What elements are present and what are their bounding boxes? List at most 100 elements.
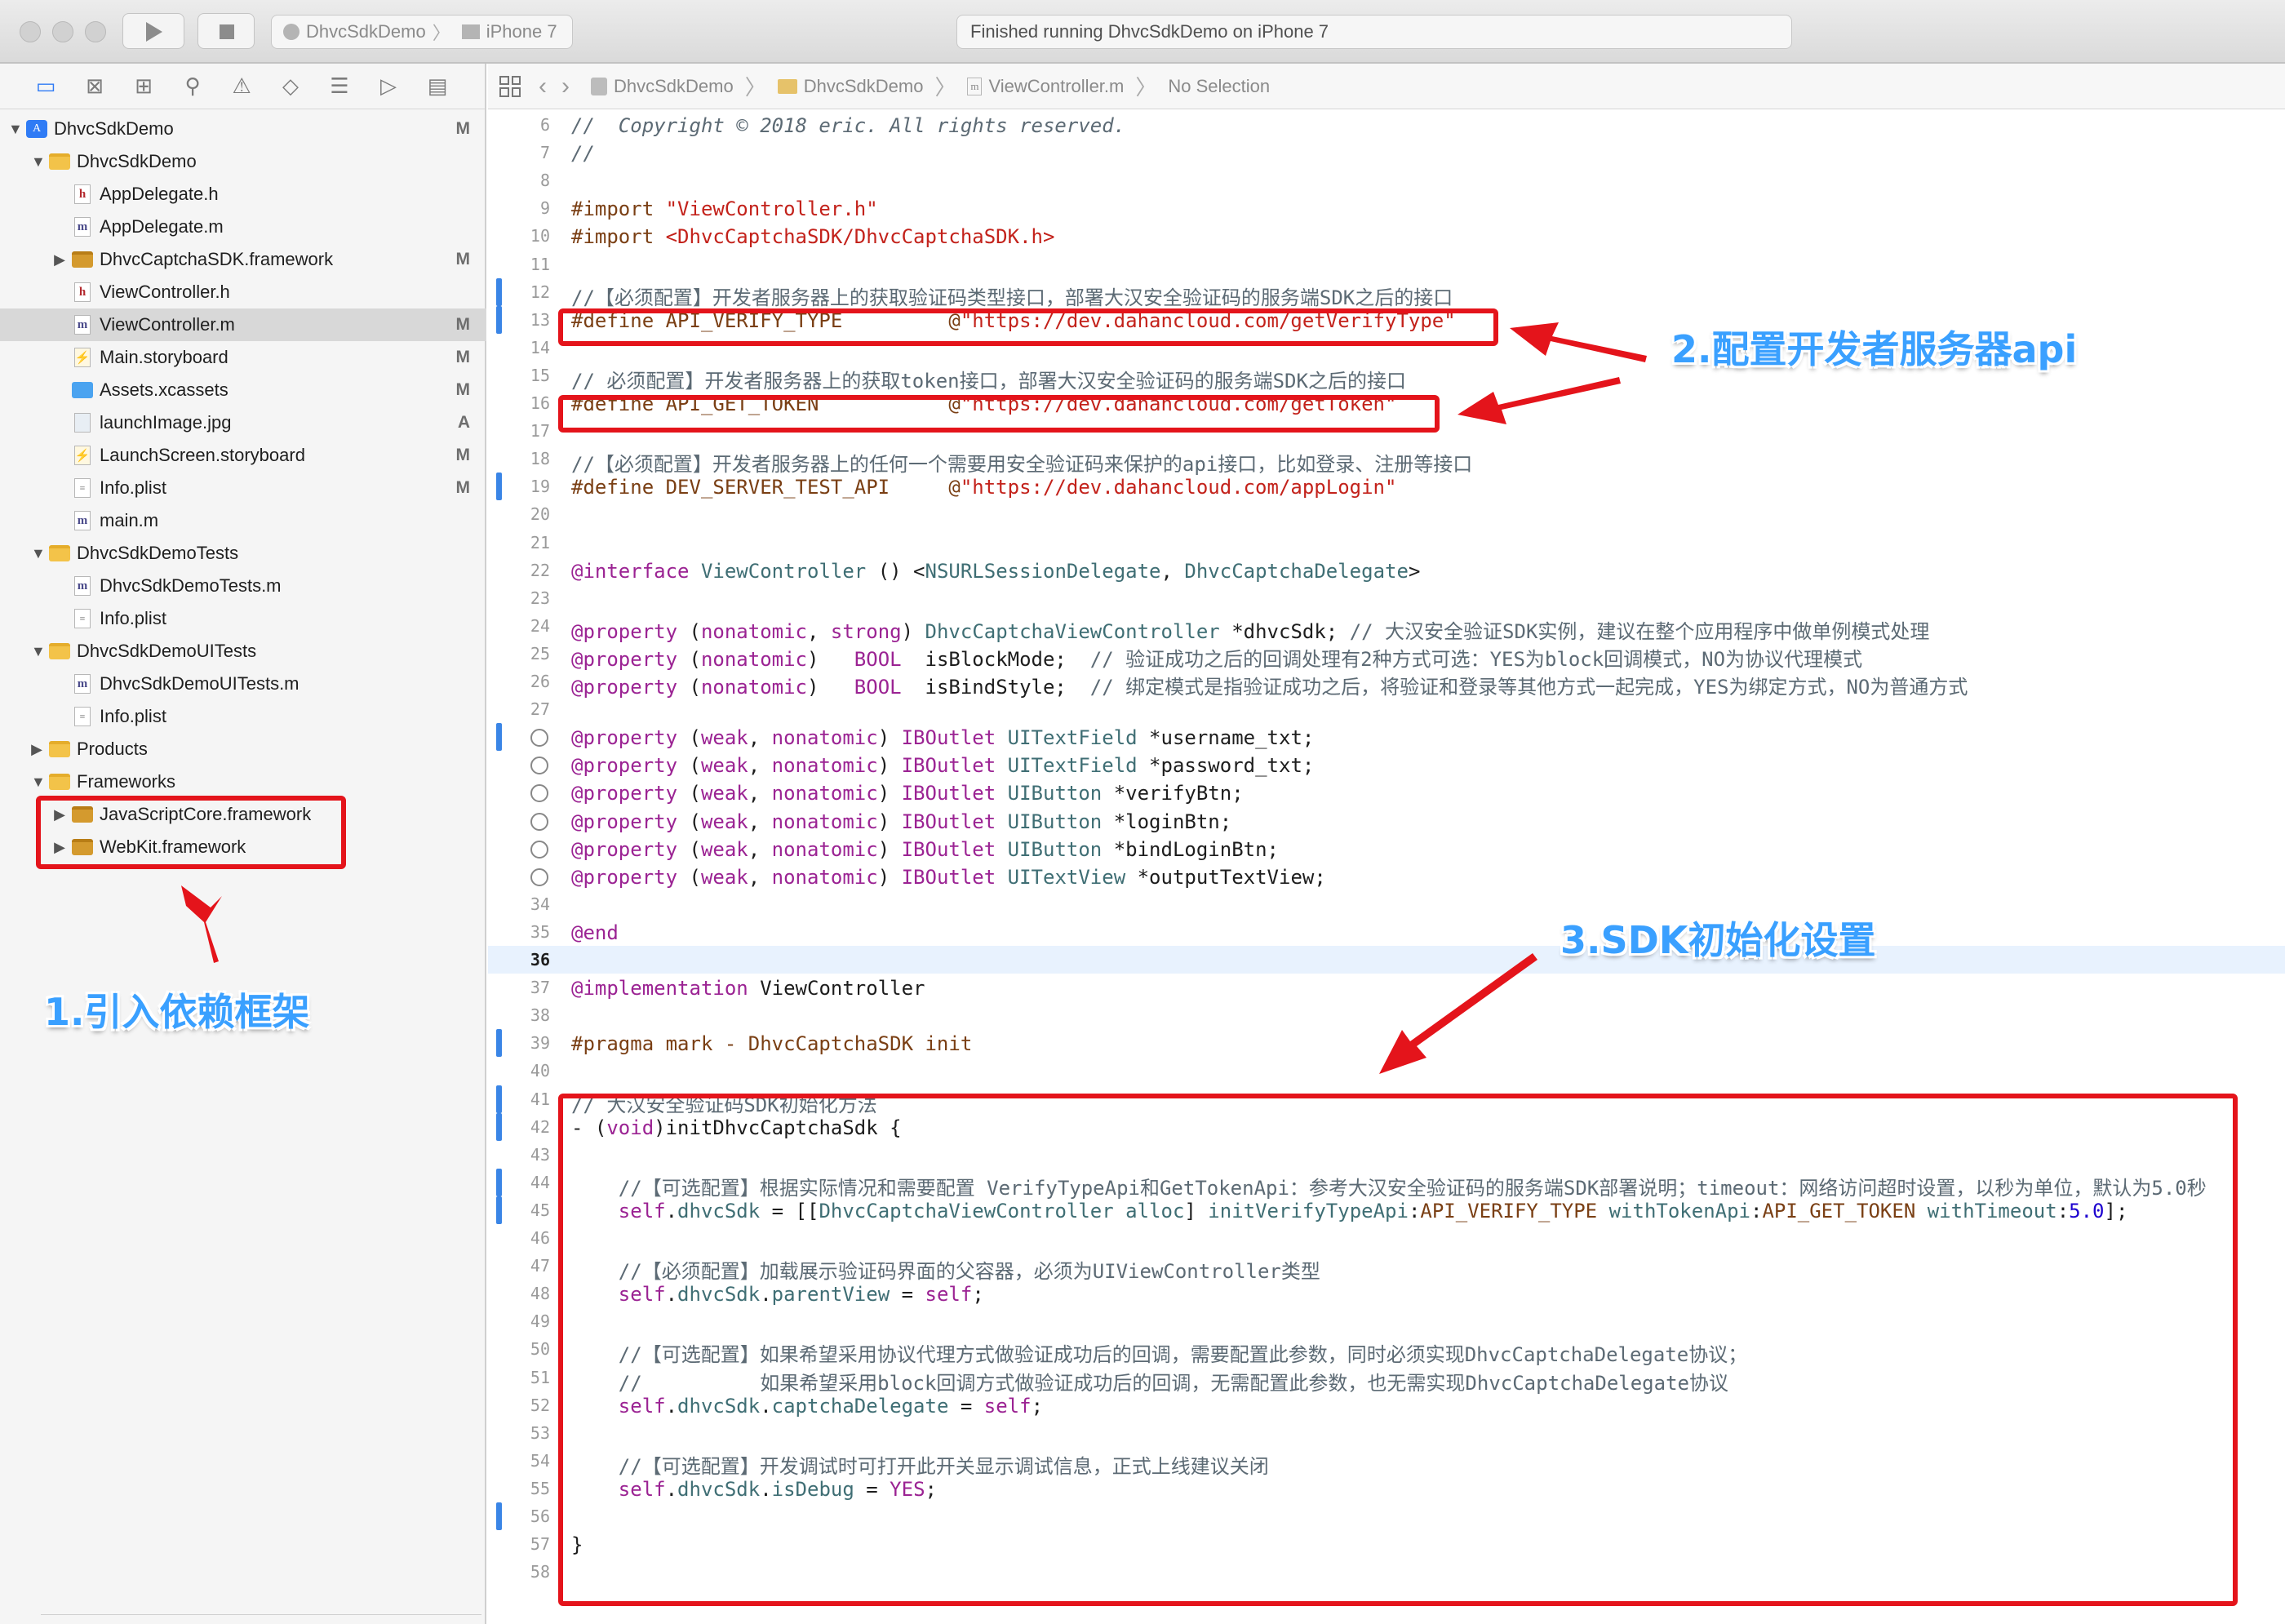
code-line[interactable]: 6 // Copyright © 2018 eric. All rights re… bbox=[488, 111, 2285, 139]
search-icon[interactable]: ⚲ bbox=[176, 72, 209, 101]
navigator-item[interactable]: ⚡ LaunchScreen.storyboard M bbox=[0, 439, 486, 472]
navigator-item[interactable]: m AppDelegate.m bbox=[0, 211, 486, 243]
code-line[interactable]: 26 @property (nonatomic) BOOL isBindStyle… bbox=[488, 668, 2285, 699]
code-line[interactable]: 37 @implementation ViewController bbox=[488, 974, 2285, 1001]
code-line[interactable]: 19 #define DEV_SERVER_TEST_API @"https://… bbox=[488, 473, 2285, 501]
change-indicator-bar[interactable] bbox=[496, 1168, 502, 1196]
code-line[interactable]: 29@property (weak, nonatomic) IBOutlet U… bbox=[488, 751, 2285, 779]
navigator-item[interactable]: m main.m bbox=[0, 504, 486, 537]
code-line[interactable]: 30@property (weak, nonatomic) IBOutlet U… bbox=[488, 779, 2285, 806]
code-line[interactable]: 23 bbox=[488, 584, 2285, 612]
navigator-item[interactable]: ▼ DhvcSdkDemoUITests bbox=[0, 635, 486, 668]
disclosure-down-icon[interactable]: ▼ bbox=[31, 153, 46, 171]
code-line[interactable]: 33@property (weak, nonatomic) IBOutlet U… bbox=[488, 863, 2285, 890]
navigator-item[interactable]: ▼ DhvcSdkDemo bbox=[0, 145, 486, 178]
outlet-connection-icon[interactable] bbox=[530, 784, 548, 803]
symbol-icon[interactable]: ⊞ bbox=[127, 72, 160, 101]
breadcrumb-project[interactable]: DhvcSdkDemo bbox=[614, 76, 734, 97]
code-line[interactable]: 18//【必须配置】开发者服务器上的任何一个需要用安全验证码来保护的api接口，… bbox=[488, 445, 2285, 476]
code-line[interactable]: 11 bbox=[488, 251, 2285, 278]
stop-button[interactable] bbox=[197, 13, 255, 49]
breadcrumb-file[interactable]: ViewController.m bbox=[988, 76, 1124, 97]
code-line[interactable]: 38 bbox=[488, 1001, 2285, 1029]
breadcrumb-group[interactable]: DhvcSdkDemo bbox=[804, 76, 924, 97]
code-line[interactable]: 28@property (weak, nonatomic) IBOutlet U… bbox=[488, 723, 2285, 752]
code-line[interactable]: 34 bbox=[488, 890, 2285, 918]
navigator-item[interactable]: ▶ Products bbox=[0, 733, 486, 765]
navigator-item[interactable]: m DhvcSdkDemoUITests.m bbox=[0, 668, 486, 700]
close-window-button[interactable] bbox=[20, 21, 41, 42]
breadcrumb-selection[interactable]: No Selection bbox=[1168, 76, 1270, 97]
stop-icon bbox=[220, 24, 234, 39]
code-line[interactable]: 35 @end bbox=[488, 918, 2285, 946]
navigator-item[interactable]: Assets.xcassets M bbox=[0, 374, 486, 406]
related-items-icon[interactable] bbox=[499, 75, 521, 97]
navigator-item[interactable]: launchImage.jpg A bbox=[0, 406, 486, 439]
code-token: IBOutlet bbox=[901, 754, 996, 778]
code-line[interactable]: 7 // bbox=[488, 139, 2285, 166]
change-indicator-bar[interactable] bbox=[496, 1085, 502, 1113]
code-line[interactable]: 8 bbox=[488, 166, 2285, 194]
disclosure-down-icon[interactable]: ▼ bbox=[31, 643, 46, 660]
outlet-connection-icon[interactable] bbox=[530, 757, 548, 775]
navigator-item[interactable]: h ViewController.h bbox=[0, 276, 486, 308]
zoom-window-button[interactable] bbox=[85, 21, 106, 42]
navigator-item[interactable]: m ViewController.m M bbox=[0, 308, 486, 341]
disclosure-right-icon[interactable]: ▶ bbox=[31, 741, 42, 758]
code-line[interactable]: 21 bbox=[488, 529, 2285, 557]
change-indicator-bar[interactable] bbox=[496, 1502, 502, 1530]
code-line[interactable]: 20 bbox=[488, 500, 2285, 528]
navigator-item[interactable]: ▼ Frameworks bbox=[0, 765, 486, 798]
code-line[interactable]: 25 @property (nonatomic) BOOL isBlockMode… bbox=[488, 640, 2285, 671]
navigator-item[interactable]: ≡ Info.plist bbox=[0, 602, 486, 635]
change-indicator-bar[interactable] bbox=[496, 1112, 502, 1141]
scheme-selector[interactable]: DhvcSdkDemo 〉 iPhone 7 bbox=[271, 15, 573, 49]
navigator-item[interactable]: ▼ DhvcSdkDemoTests bbox=[0, 537, 486, 570]
disclosure-down-icon[interactable]: ▼ bbox=[31, 545, 46, 562]
navigator-item[interactable]: ≡ Info.plist bbox=[0, 700, 486, 733]
disclosure-right-icon[interactable]: ▶ bbox=[54, 251, 65, 268]
code-line[interactable]: 24 @property (nonatomic, strong) DhvcCapt… bbox=[488, 612, 2285, 643]
code-line[interactable]: 31@property (weak, nonatomic) IBOutlet U… bbox=[488, 807, 2285, 835]
outlet-connection-icon[interactable] bbox=[530, 729, 548, 748]
forward-arrow-icon[interactable]: › bbox=[561, 73, 570, 100]
navigator-item[interactable]: m DhvcSdkDemoTests.m bbox=[0, 570, 486, 602]
code-line[interactable]: 12//【必须配置】开发者服务器上的获取验证码类型接口，部署大汉安全验证码的服务… bbox=[488, 277, 2285, 309]
navigator-item[interactable]: h AppDelegate.h bbox=[0, 178, 486, 211]
code-token: "ViewController.h" bbox=[665, 197, 878, 221]
breakpoint-icon[interactable]: ▷ bbox=[372, 72, 405, 101]
code-line[interactable]: 9 #import "ViewController.h" bbox=[488, 194, 2285, 222]
outlet-connection-icon[interactable] bbox=[530, 867, 548, 886]
issue-icon[interactable]: ⚠ bbox=[225, 72, 258, 101]
change-indicator-bar[interactable] bbox=[496, 473, 502, 501]
code-line[interactable]: 22 @interface ViewController () <NSURLSes… bbox=[488, 557, 2285, 584]
change-indicator-bar[interactable] bbox=[496, 723, 502, 752]
code-line[interactable]: 39 #pragma mark - DhvcCaptchaSDK init bbox=[488, 1029, 2285, 1058]
change-indicator-bar[interactable] bbox=[496, 277, 502, 306]
source-control-icon[interactable]: ⊠ bbox=[78, 72, 111, 101]
debug-icon[interactable]: ☰ bbox=[323, 72, 356, 101]
disclosure-down-icon[interactable]: ▼ bbox=[8, 121, 23, 138]
navigator-item[interactable]: ▶ DhvcCaptchaSDK.framework M bbox=[0, 243, 486, 276]
folder-icon[interactable]: ▭ bbox=[29, 72, 62, 101]
back-arrow-icon[interactable]: ‹ bbox=[539, 73, 547, 100]
code-line[interactable]: 10 #import <DhvcCaptchaSDK/DhvcCaptchaSDK… bbox=[488, 222, 2285, 250]
line-number: 48 bbox=[530, 1284, 550, 1304]
minimize-window-button[interactable] bbox=[52, 21, 73, 42]
test-icon[interactable]: ◇ bbox=[274, 72, 307, 101]
disclosure-down-icon[interactable]: ▼ bbox=[31, 774, 46, 791]
report-icon[interactable]: ▤ bbox=[421, 72, 454, 101]
navigator-item[interactable]: ⚡ Main.storyboard M bbox=[0, 341, 486, 374]
navigator-item[interactable]: ≡ Info.plist M bbox=[0, 472, 486, 504]
code-line[interactable]: 40 bbox=[488, 1057, 2285, 1085]
run-button[interactable] bbox=[122, 13, 184, 49]
code-line[interactable]: 27 bbox=[488, 695, 2285, 723]
outlet-connection-icon[interactable] bbox=[530, 840, 548, 859]
code-line[interactable]: 36 bbox=[488, 946, 2285, 974]
outlet-connection-icon[interactable] bbox=[530, 812, 548, 831]
navigator-item[interactable]: ▼ A DhvcSdkDemo M bbox=[0, 113, 486, 145]
code-line[interactable]: 32@property (weak, nonatomic) IBOutlet U… bbox=[488, 835, 2285, 863]
change-indicator-bar[interactable] bbox=[496, 305, 502, 334]
change-indicator-bar[interactable] bbox=[496, 1029, 502, 1058]
change-indicator-bar[interactable] bbox=[496, 1196, 502, 1224]
